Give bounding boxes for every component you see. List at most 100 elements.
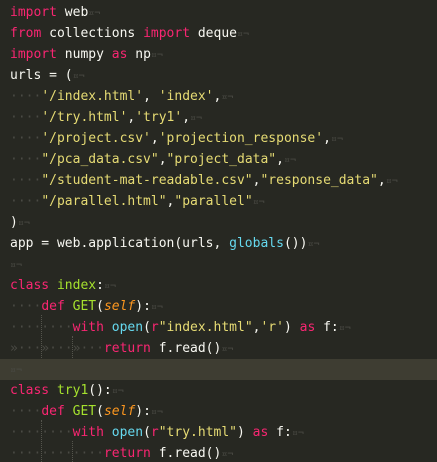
code-line[interactable]: class try1():¤¬ — [0, 380, 437, 401]
code-token: f.read() — [150, 341, 222, 356]
code-line[interactable]: ····'/try.html','try1',¤¬ — [0, 107, 437, 128]
code-token: ): — [135, 299, 151, 314]
code-line[interactable]: ¤¬ — [0, 254, 437, 275]
code-token: , — [276, 152, 284, 167]
code-token: def — [41, 404, 65, 419]
whitespace-marker: ···· — [10, 89, 42, 104]
code-token: urls = ( — [10, 68, 73, 83]
code-line[interactable]: ¤¬ — [0, 359, 437, 380]
code-token: 'r' — [260, 320, 284, 335]
code-line[interactable]: app = web.application(urls, globals())¤¬ — [0, 233, 437, 254]
code-token: globals — [229, 236, 284, 251]
code-line[interactable]: ············return f.read()¤¬ — [0, 443, 437, 462]
code-line[interactable]: ········with open(r"index.html",'r') as … — [0, 317, 437, 338]
code-token: GET — [72, 299, 97, 314]
code-token: ( — [96, 404, 104, 419]
code-line[interactable]: import numpy as np¤¬ — [0, 44, 437, 65]
eol-marker: ¤¬ — [150, 407, 163, 418]
code-token: try1 — [56, 383, 89, 398]
code-token: "try.html" — [158, 425, 238, 440]
whitespace-marker: ········ — [10, 320, 73, 335]
eol-marker: ¤¬ — [330, 134, 343, 145]
code-token: '/try.html' — [41, 110, 128, 125]
code-line[interactable]: ····"/student-mat-readable.csv","respons… — [0, 170, 437, 191]
eol-marker: ¤¬ — [190, 113, 203, 124]
whitespace-marker: ···· — [10, 152, 42, 167]
code-line[interactable]: ····'/index.html', 'index',¤¬ — [0, 86, 437, 107]
code-token: class — [10, 278, 50, 293]
eol-marker: ¤¬ — [221, 92, 234, 103]
code-line[interactable]: )¤¬ — [0, 212, 437, 233]
whitespace-marker: ···· — [10, 110, 42, 125]
code-token: , — [143, 89, 159, 104]
code-token: "response_data" — [260, 173, 378, 188]
whitespace-marker: ········ — [10, 425, 73, 440]
code-token: as — [111, 47, 128, 62]
code-token: def — [41, 299, 65, 314]
code-token: web — [56, 5, 89, 20]
code-token: open — [111, 320, 144, 335]
eol-marker: ¤¬ — [221, 449, 234, 460]
code-token: numpy — [56, 47, 112, 62]
eol-marker: ¤¬ — [72, 71, 85, 82]
code-token: , — [150, 131, 159, 146]
code-token: , — [182, 110, 191, 125]
eol-marker: ¤¬ — [291, 428, 304, 439]
eol-marker: ¤¬ — [150, 50, 163, 61]
code-token: "project_data" — [166, 152, 277, 167]
code-token: import — [10, 47, 57, 62]
eol-marker: ¤¬ — [111, 386, 124, 397]
whitespace-marker: ············ — [10, 446, 104, 461]
code-token: f: — [268, 425, 292, 440]
code-token: r — [150, 320, 159, 335]
code-token: '/project.csv' — [41, 131, 151, 146]
code-line[interactable]: import web¤¬ — [0, 2, 437, 23]
code-token: as — [299, 320, 316, 335]
eol-marker: ¤¬ — [221, 344, 234, 355]
code-token: "/pca_data.csv" — [41, 152, 159, 167]
eol-marker: ¤¬ — [307, 239, 320, 250]
code-line[interactable]: ····"/parallel.html","parallel"¤¬ — [0, 191, 437, 212]
code-line[interactable]: from collections import deque¤¬ — [0, 23, 437, 44]
whitespace-marker: ···· — [10, 194, 42, 209]
eol-marker: ¤¬ — [88, 8, 101, 19]
code-token: ) — [10, 215, 18, 230]
code-token: return — [103, 341, 151, 356]
code-token: , — [323, 131, 331, 146]
code-line[interactable]: ····"/pca_data.csv","project_data",¤¬ — [0, 149, 437, 170]
code-line[interactable]: urls = (¤¬ — [0, 65, 437, 86]
whitespace-marker: »···»···»··· — [10, 341, 104, 356]
code-token: "index.html" — [158, 320, 253, 335]
whitespace-marker: ···· — [10, 173, 42, 188]
code-token: ) — [283, 320, 300, 335]
code-line[interactable]: ····'/project.csv','projection_response'… — [0, 128, 437, 149]
code-token: collections — [41, 26, 144, 41]
code-line[interactable]: »···»···»···return f.read()¤¬ — [0, 338, 437, 359]
code-token: self — [103, 404, 136, 419]
code-token: deque — [190, 26, 237, 41]
code-line[interactable]: ········with open(r"try.html") as f:¤¬ — [0, 422, 437, 443]
whitespace-marker: ···· — [10, 404, 42, 419]
code-token: with — [72, 320, 104, 335]
eol-marker: ¤¬ — [103, 281, 116, 292]
code-token: GET — [72, 404, 97, 419]
code-token: "parallel" — [174, 194, 253, 209]
code-token: self — [103, 299, 136, 314]
code-line[interactable]: class index:¤¬ — [0, 275, 437, 296]
code-token: import — [143, 26, 191, 41]
eol-marker: ¤¬ — [10, 260, 23, 271]
eol-marker: ¤¬ — [385, 176, 398, 187]
code-line[interactable]: ····def GET(self):¤¬ — [0, 296, 437, 317]
code-token: 'try1' — [135, 110, 183, 125]
code-line[interactable]: ····def GET(self):¤¬ — [0, 401, 437, 422]
code-editor[interactable]: import web¤¬ from collections import dequ… — [0, 0, 437, 462]
code-token: : — [96, 278, 104, 293]
code-token: as — [252, 425, 269, 440]
code-token: "/student-mat-readable.csv" — [41, 173, 253, 188]
whitespace-marker: ···· — [10, 299, 42, 314]
code-token: ( — [143, 320, 151, 335]
